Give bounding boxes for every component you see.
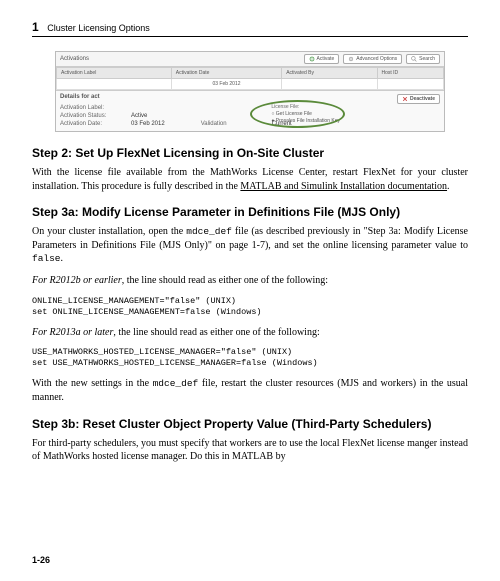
radio-installation-key[interactable]: ● Prosales File Installation Key	[271, 118, 340, 125]
step3b-heading: Step 3b: Reset Cluster Object Property V…	[32, 417, 468, 431]
activations-table: Activation Label Activation Date Activat…	[56, 67, 444, 90]
label-license-file: License File:	[271, 104, 299, 110]
panel-title: Activations	[60, 56, 89, 62]
value-activation-date: 03 Feb 2012	[131, 121, 165, 127]
plus-icon	[309, 56, 315, 62]
activations-panel-screenshot: Activations Activate Advanced Options Se…	[55, 51, 445, 132]
search-button[interactable]: Search	[406, 54, 440, 64]
radio-get-license-file[interactable]: ○ Get License File	[271, 111, 340, 118]
chapter-title: Cluster Licensing Options	[47, 23, 150, 33]
col-date: Activation Date	[171, 68, 281, 79]
step3b-p1: For third-party schedulers, you must spe…	[32, 437, 468, 464]
panel-titlebar: Activations Activate Advanced Options Se…	[56, 52, 444, 67]
step3a-p2: For R2012b or earlier, the line should r…	[32, 274, 468, 288]
link-install-docs[interactable]: MATLAB and Simulink Installation documen…	[240, 181, 447, 192]
value-activation-status: Active	[131, 113, 147, 119]
deactivate-button[interactable]: Deactivate	[397, 94, 440, 104]
col-by: Activated By	[282, 68, 377, 79]
table-row[interactable]: 03 Feb 2012	[57, 79, 444, 90]
activate-button[interactable]: Activate	[304, 54, 340, 64]
step2-heading: Step 2: Set Up FlexNet Licensing in On-S…	[32, 146, 468, 160]
chapter-number: 1	[32, 20, 39, 34]
step3a-p1: On your cluster installation, open the m…	[32, 225, 468, 266]
table-header-row: Activation Label Activation Date Activat…	[57, 68, 444, 79]
label-activation-status: Activation Status:	[60, 113, 125, 119]
label-activation-date: Activation Date:	[60, 121, 125, 127]
label-validation: Validation	[201, 121, 266, 127]
step3a-p4: With the new settings in the mdce_def fi…	[32, 377, 468, 404]
license-file-group: License File: ○ Get License File ● Prosa…	[271, 104, 340, 125]
advanced-options-button[interactable]: Advanced Options	[343, 54, 402, 64]
step2-paragraph: With the license file available from the…	[32, 166, 468, 193]
toolbar: Activate Advanced Options Search	[304, 54, 441, 64]
step3a-p3: For R2013a or later, the line should rea…	[32, 326, 468, 340]
gear-icon	[348, 56, 354, 62]
col-host: Host ID	[377, 68, 444, 79]
page-number: 1-26	[32, 555, 50, 565]
code-block-1: ONLINE_LICENSE_MANAGEMENT="false" (UNIX)…	[32, 296, 468, 318]
code-block-2: USE_MATHWORKS_HOSTED_LICENSE_MANAGER="fa…	[32, 347, 468, 369]
details-title: Details for act	[60, 94, 100, 104]
col-label: Activation Label	[57, 68, 172, 79]
label-activation-label: Activation Label:	[60, 105, 125, 111]
search-icon	[411, 56, 417, 62]
step3a-heading: Step 3a: Modify License Parameter in Def…	[32, 205, 468, 219]
x-icon	[402, 96, 408, 102]
details-panel: Details for act Deactivate Activation La…	[56, 90, 444, 131]
page-header: 1 Cluster Licensing Options	[32, 20, 468, 37]
